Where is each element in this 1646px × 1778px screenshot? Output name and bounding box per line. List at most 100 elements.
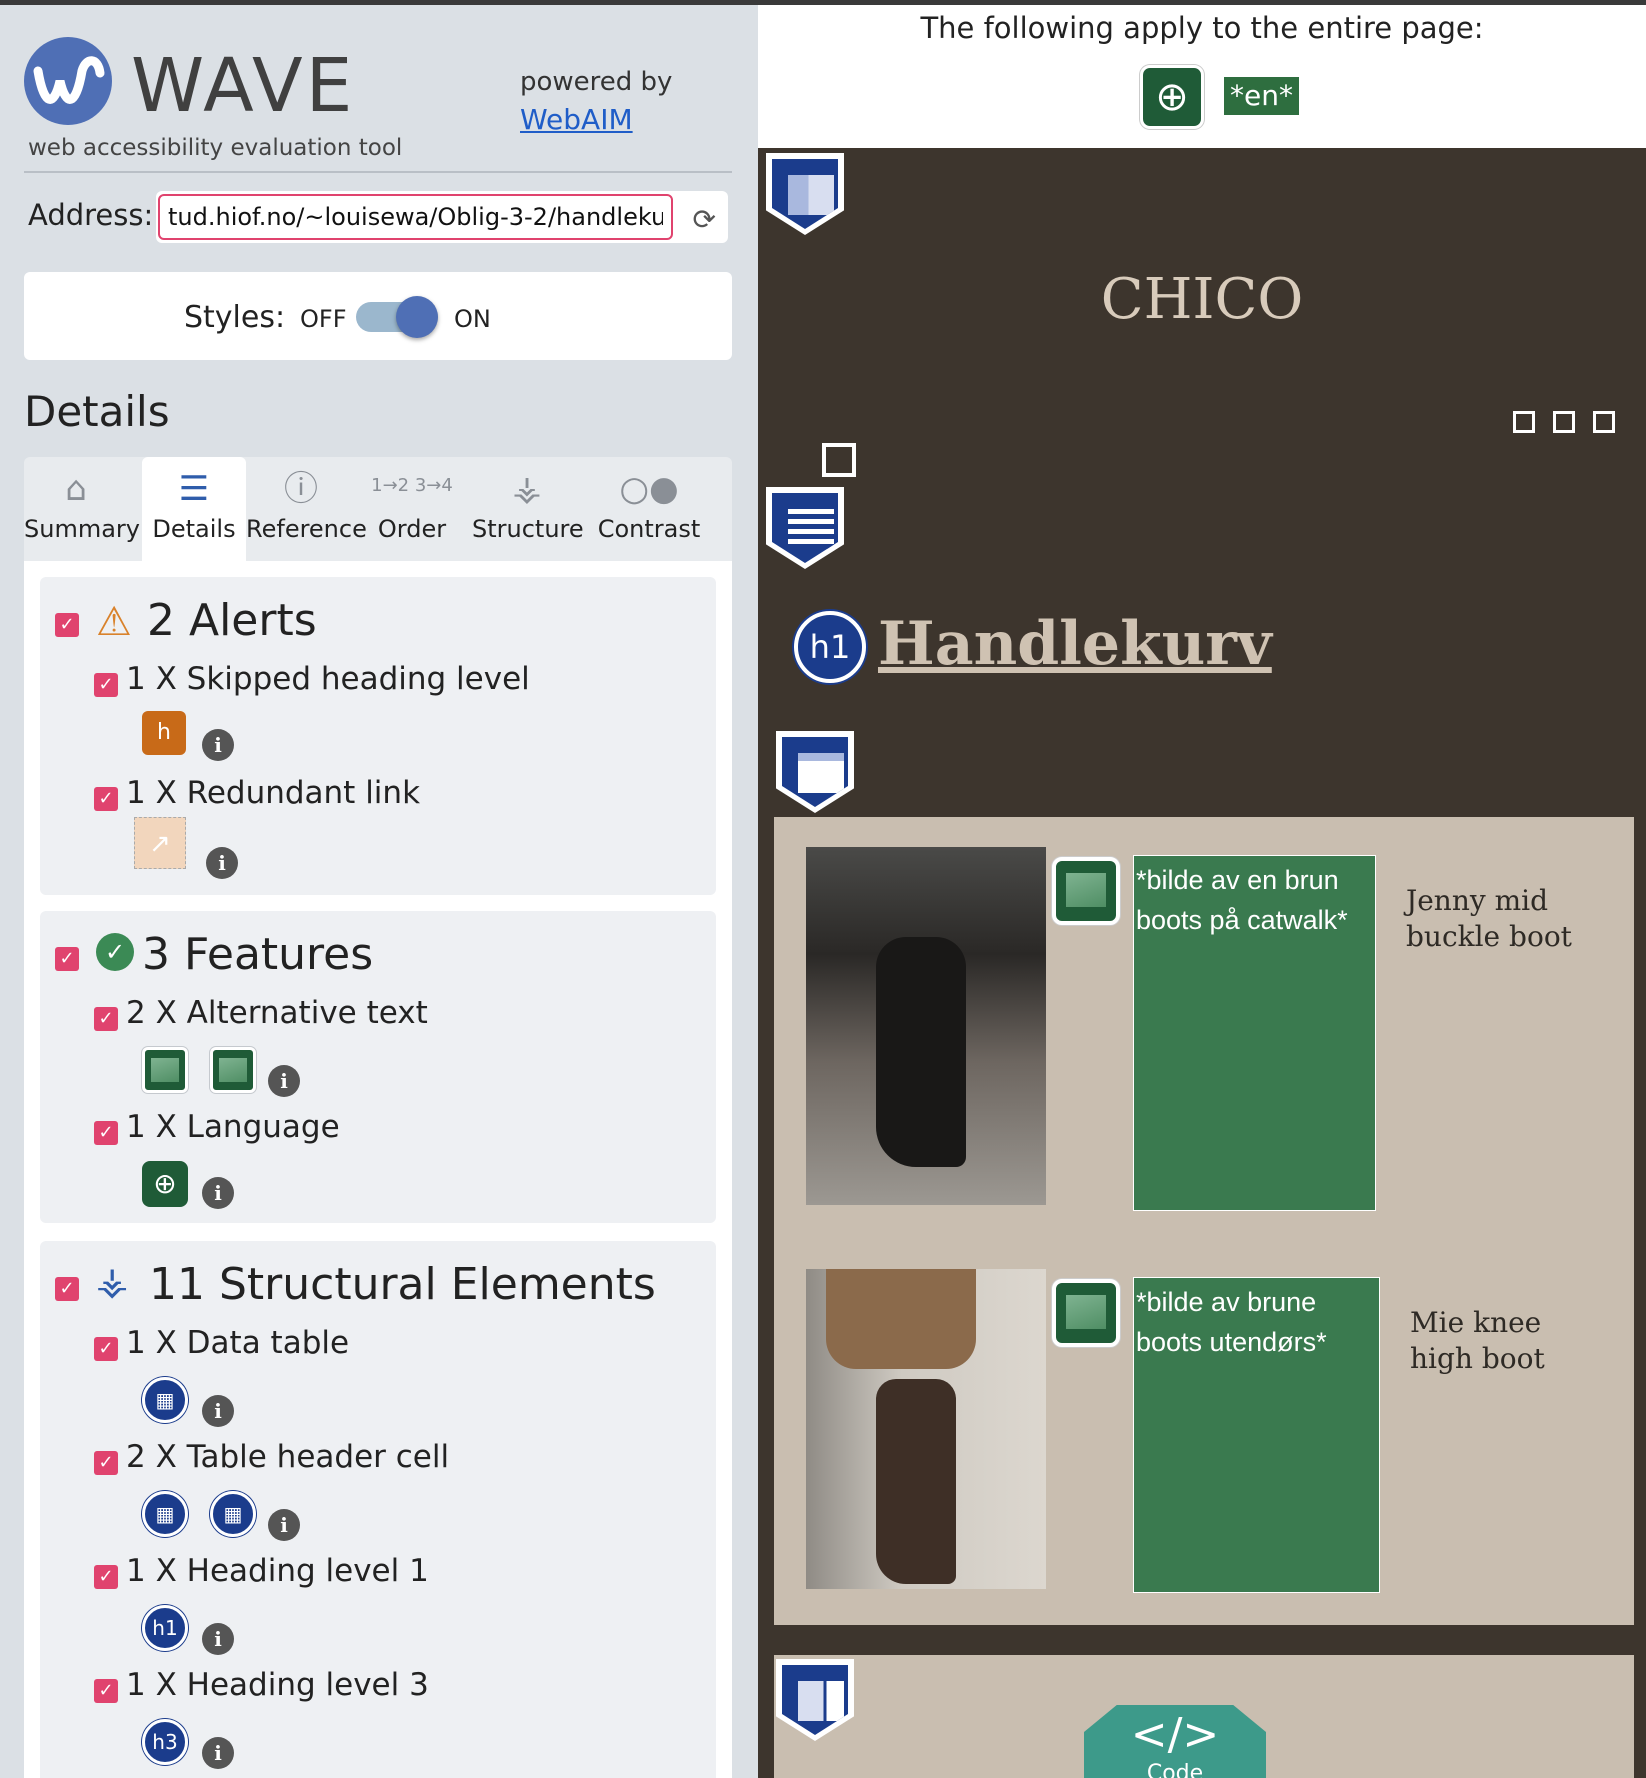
info-icon[interactable]: i [206, 847, 238, 879]
info-icon[interactable]: i [268, 1065, 300, 1097]
features-group: ✓ ✓ 3 Features ✓ 2 X Alternative text i … [40, 911, 716, 1223]
tab-details[interactable]: ☰ Details [142, 457, 246, 561]
tab-label: Contrast [597, 515, 701, 543]
contrast-icon: ○● [619, 469, 679, 509]
empty-element-marker [822, 443, 856, 477]
styles-off-label: OFF [300, 305, 347, 333]
wave-sidebar: WAVE web accessibility evaluation tool p… [0, 5, 758, 1778]
site-title: CHICO [1100, 267, 1304, 332]
table-header-icon[interactable]: ▦ [210, 1491, 256, 1537]
tab-reference[interactable]: ⓘ Reference [246, 457, 367, 561]
tab-structure[interactable]: ⚶ Structure [472, 457, 584, 561]
structural-heading: 11 Structural Elements [149, 1259, 656, 1310]
product-name: Mie knee high boot [1410, 1306, 1545, 1375]
feature-item-label: 1 X Language [126, 1109, 340, 1145]
list-item-marker [1513, 411, 1535, 433]
feature-item-label: 2 X Alternative text [126, 995, 428, 1031]
tab-contrast[interactable]: ○● Contrast [594, 457, 704, 561]
alt-text-icon[interactable] [1052, 857, 1120, 925]
structural-item-checkbox[interactable]: ✓ [94, 1337, 118, 1361]
feature-item-checkbox[interactable]: ✓ [94, 1121, 118, 1145]
list-icon: ☰ [178, 469, 210, 509]
divider [24, 171, 732, 173]
address-input[interactable] [158, 194, 673, 240]
alt-text-box: *bilde av en brun boots på catwalk* [1133, 855, 1376, 1211]
alerts-checkbox[interactable]: ✓ [55, 613, 79, 637]
heading-3-icon[interactable]: h3 [142, 1719, 188, 1765]
wave-title: WAVE [131, 43, 356, 129]
header-region-icon[interactable] [766, 153, 844, 235]
info-icon[interactable]: i [268, 1509, 300, 1541]
info-icon[interactable]: i [202, 1623, 234, 1655]
features-checkbox[interactable]: ✓ [55, 947, 79, 971]
alert-item-label: 1 X Skipped heading level [126, 661, 530, 697]
structure-icon: ⚶ [96, 1259, 129, 1303]
info-icon[interactable]: i [202, 1177, 234, 1209]
features-heading: 3 Features [142, 929, 374, 980]
product-image [806, 1269, 1046, 1589]
reload-icon[interactable]: ⟳ [693, 203, 716, 236]
structural-group: ✓ ⚶ 11 Structural Elements ✓ 1 X Data ta… [40, 1241, 716, 1778]
article-region-icon[interactable] [776, 731, 854, 813]
tab-label: Structure [472, 515, 584, 543]
alert-item-label: 1 X Redundant link [126, 775, 421, 811]
main-region-icon[interactable] [766, 487, 844, 569]
tab-label: Details [152, 515, 236, 543]
tab-summary[interactable]: ⌂ Summary [24, 457, 140, 561]
structure-icon: ⚶ [512, 469, 542, 509]
structural-checkbox[interactable]: ✓ [55, 1277, 79, 1301]
alt-text-icon[interactable] [142, 1047, 188, 1093]
address-bar: ⟳ [156, 191, 728, 243]
page-level-annotations: The following apply to the entire page: … [758, 5, 1646, 148]
data-table-icon[interactable]: ▦ [142, 1377, 188, 1423]
address-label: Address: [28, 198, 154, 232]
panel-tabs: ⌂ Summary ☰ Details ⓘ Reference 1→2 3→4 … [24, 457, 732, 561]
structural-item-checkbox[interactable]: ✓ [94, 1679, 118, 1703]
code-icon[interactable]: </> Code [1084, 1705, 1266, 1778]
structural-item-label: 1 X Data table [126, 1325, 350, 1361]
wave-logo-icon [24, 37, 112, 125]
alert-triangle-icon: ⚠ [96, 599, 132, 645]
product-image [806, 847, 1046, 1205]
info-icon[interactable]: i [202, 1737, 234, 1769]
apply-to-page-text: The following apply to the entire page: [920, 11, 1484, 45]
alt-text-icon[interactable] [1052, 1279, 1120, 1347]
details-heading: Details [24, 387, 170, 436]
heading-1-icon[interactable]: h1 [794, 611, 866, 683]
alerts-group: ✓ ⚠ 2 Alerts ✓ 1 X Skipped heading level… [40, 577, 716, 895]
language-badge: *en* [1222, 75, 1301, 117]
wave-subtitle: web accessibility evaluation tool [28, 135, 403, 161]
alt-text-box: *bilde av brune boots utendørs* [1133, 1277, 1380, 1593]
styles-toggle-knob[interactable] [396, 296, 438, 338]
alt-text-icon[interactable] [210, 1047, 256, 1093]
feature-item-checkbox[interactable]: ✓ [94, 1007, 118, 1031]
structural-item-checkbox[interactable]: ✓ [94, 1451, 118, 1475]
info-icon: ⓘ [284, 469, 318, 509]
page-heading[interactable]: Handlekurv [878, 609, 1272, 679]
structural-item-label: 2 X Table header cell [126, 1439, 450, 1475]
cart-table: *bilde av en brun boots på catwalk* Jenn… [774, 817, 1634, 1625]
home-icon: ⌂ [65, 469, 87, 509]
language-globe-icon[interactable]: ⊕ [1140, 65, 1204, 129]
code-symbol: </> [1130, 1709, 1220, 1760]
heading-1-icon[interactable]: h1 [142, 1605, 188, 1651]
redundant-link-icon[interactable]: ↗ [134, 817, 186, 869]
alert-item-checkbox[interactable]: ✓ [94, 673, 118, 697]
info-icon[interactable]: i [202, 729, 234, 761]
webaim-link[interactable]: WebAIM [520, 103, 633, 136]
globe-icon[interactable]: ⊕ [142, 1161, 188, 1207]
code-label: Code [1146, 1761, 1204, 1778]
structural-item-label: 1 X Heading level 1 [126, 1553, 429, 1589]
order-icon: 1→2 3→4 [371, 475, 453, 496]
tab-order[interactable]: 1→2 3→4 Order [362, 457, 462, 561]
skipped-heading-icon[interactable]: h [142, 711, 186, 755]
styles-card: Styles: OFF ON [24, 272, 732, 360]
list-item-marker [1593, 411, 1615, 433]
table-header-icon[interactable]: ▦ [142, 1491, 188, 1537]
alert-item-checkbox[interactable]: ✓ [94, 787, 118, 811]
info-icon[interactable]: i [202, 1395, 234, 1427]
structural-item-checkbox[interactable]: ✓ [94, 1565, 118, 1589]
structural-item-label: 1 X Heading level 3 [126, 1667, 429, 1703]
tab-label: Reference [246, 515, 367, 543]
styles-on-label: ON [454, 305, 491, 333]
